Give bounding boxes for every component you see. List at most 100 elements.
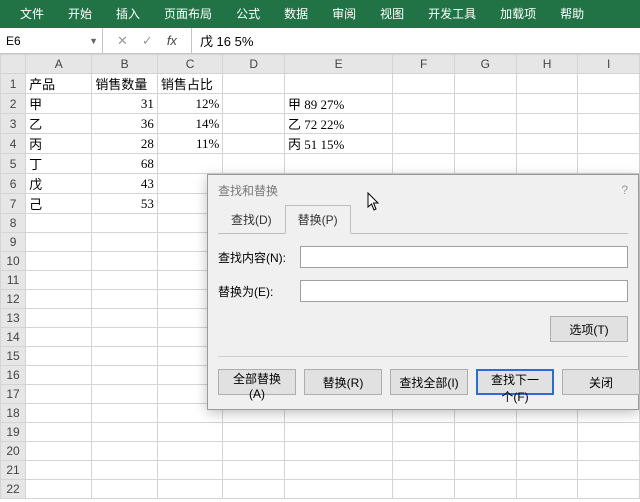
cell[interactable] — [223, 423, 285, 442]
row-header[interactable]: 7 — [1, 194, 26, 214]
cell[interactable] — [26, 442, 92, 461]
cell[interactable] — [393, 423, 455, 442]
cell[interactable]: 31 — [92, 94, 157, 114]
cell[interactable] — [578, 154, 640, 174]
cell[interactable] — [578, 94, 640, 114]
cell[interactable] — [285, 154, 393, 174]
ribbon-tab-formulas[interactable]: 公式 — [224, 0, 272, 28]
row-header[interactable]: 19 — [1, 423, 26, 442]
cell[interactable] — [393, 114, 455, 134]
row-header[interactable]: 10 — [1, 252, 26, 271]
cell[interactable] — [92, 442, 157, 461]
cell[interactable] — [578, 461, 640, 480]
cell[interactable]: 丙 — [26, 134, 92, 154]
cell[interactable]: 12% — [157, 94, 222, 114]
ribbon-tab-page-layout[interactable]: 页面布局 — [152, 0, 224, 28]
cell[interactable] — [516, 480, 578, 499]
select-all-corner[interactable] — [1, 55, 26, 74]
cell[interactable] — [393, 461, 455, 480]
cell[interactable] — [92, 423, 157, 442]
cell[interactable] — [157, 154, 222, 174]
cell[interactable] — [578, 114, 640, 134]
replace-button[interactable]: 替换(R) — [304, 369, 382, 395]
cell[interactable] — [26, 252, 92, 271]
close-button[interactable]: 关闭 — [562, 369, 640, 395]
cell[interactable] — [578, 423, 640, 442]
cell[interactable] — [26, 480, 92, 499]
cell[interactable] — [92, 309, 157, 328]
cell[interactable] — [516, 423, 578, 442]
cell[interactable] — [516, 461, 578, 480]
row-header[interactable]: 6 — [1, 174, 26, 194]
options-button[interactable]: 选项(T) — [550, 316, 628, 342]
replace-with-input[interactable] — [300, 280, 628, 302]
cell[interactable] — [223, 74, 285, 94]
cell[interactable] — [223, 154, 285, 174]
formula-input[interactable]: 戊 16 5% — [191, 28, 640, 53]
cell[interactable] — [92, 290, 157, 309]
cell[interactable] — [285, 423, 393, 442]
row-header[interactable]: 8 — [1, 214, 26, 233]
cell[interactable] — [393, 154, 455, 174]
cell[interactable]: 产品 — [26, 74, 92, 94]
cell[interactable] — [26, 271, 92, 290]
cell[interactable]: 丙 51 15% — [285, 134, 393, 154]
cancel-icon[interactable]: ✕ — [117, 33, 128, 49]
cell[interactable]: 甲 89 27% — [285, 94, 393, 114]
cell[interactable] — [26, 423, 92, 442]
row-header[interactable]: 2 — [1, 94, 26, 114]
cell[interactable] — [92, 404, 157, 423]
cell[interactable] — [393, 74, 455, 94]
cell[interactable] — [26, 404, 92, 423]
col-header-h[interactable]: H — [516, 55, 578, 74]
cell[interactable] — [92, 366, 157, 385]
find-what-input[interactable] — [300, 246, 628, 268]
cell[interactable] — [223, 461, 285, 480]
row-header[interactable]: 20 — [1, 442, 26, 461]
row-header[interactable]: 15 — [1, 347, 26, 366]
cell[interactable] — [26, 309, 92, 328]
col-header-a[interactable]: A — [26, 55, 92, 74]
cell[interactable]: 销售数量 — [92, 74, 157, 94]
cell[interactable]: 销售占比 — [157, 74, 222, 94]
row-header[interactable]: 9 — [1, 233, 26, 252]
cell[interactable] — [454, 134, 516, 154]
cell[interactable] — [516, 94, 578, 114]
cell[interactable] — [26, 290, 92, 309]
col-header-g[interactable]: G — [454, 55, 516, 74]
row-header[interactable]: 21 — [1, 461, 26, 480]
col-header-d[interactable]: D — [223, 55, 285, 74]
cell[interactable] — [26, 233, 92, 252]
cell[interactable] — [26, 214, 92, 233]
chevron-down-icon[interactable]: ▼ — [89, 36, 98, 46]
ribbon-tab-home[interactable]: 开始 — [56, 0, 104, 28]
cell[interactable] — [223, 114, 285, 134]
row-header[interactable]: 22 — [1, 480, 26, 499]
row-header[interactable]: 18 — [1, 404, 26, 423]
cell[interactable] — [454, 461, 516, 480]
cell[interactable]: 甲 — [26, 94, 92, 114]
cell[interactable] — [92, 347, 157, 366]
dialog-titlebar[interactable]: 查找和替换 ? — [208, 175, 638, 205]
cell[interactable] — [223, 480, 285, 499]
cell[interactable] — [92, 271, 157, 290]
cell[interactable]: 11% — [157, 134, 222, 154]
cell[interactable] — [92, 233, 157, 252]
cell[interactable] — [454, 423, 516, 442]
row-header[interactable]: 16 — [1, 366, 26, 385]
cell[interactable]: 53 — [92, 194, 157, 214]
cell[interactable] — [26, 347, 92, 366]
cell[interactable] — [157, 423, 222, 442]
row-header[interactable]: 3 — [1, 114, 26, 134]
cell[interactable] — [92, 385, 157, 404]
cell[interactable] — [285, 480, 393, 499]
cell[interactable] — [223, 442, 285, 461]
cell[interactable] — [26, 385, 92, 404]
find-all-button[interactable]: 查找全部(I) — [390, 369, 468, 395]
col-header-i[interactable]: I — [578, 55, 640, 74]
cell[interactable]: 36 — [92, 114, 157, 134]
cell[interactable] — [516, 74, 578, 94]
replace-all-button[interactable]: 全部替换(A) — [218, 369, 296, 395]
col-header-e[interactable]: E — [285, 55, 393, 74]
cell[interactable] — [516, 114, 578, 134]
